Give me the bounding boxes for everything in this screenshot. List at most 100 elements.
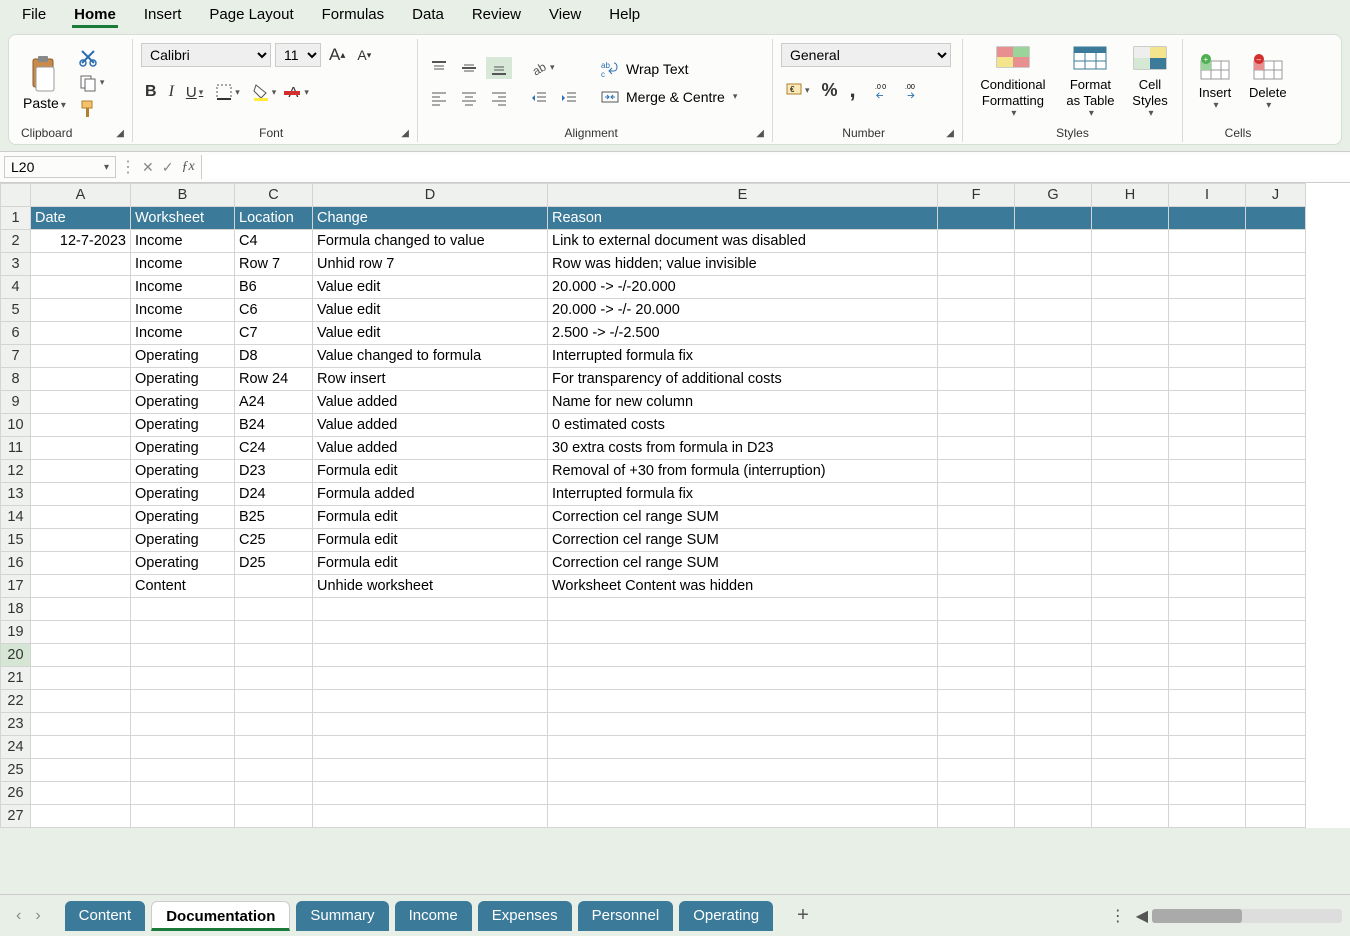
number-dialog-launcher[interactable]: ◢ xyxy=(946,128,954,139)
insert-cells-button[interactable]: +Insert xyxy=(1191,51,1239,115)
cell-styles-button[interactable]: Cell Styles xyxy=(1126,43,1174,122)
cell-H20[interactable] xyxy=(1092,644,1169,667)
cell-E3[interactable]: Row was hidden; value invisible xyxy=(548,253,938,276)
cell-J14[interactable] xyxy=(1246,506,1306,529)
cell-B2[interactable]: Income xyxy=(131,230,235,253)
cell-C21[interactable] xyxy=(235,667,313,690)
cell-H18[interactable] xyxy=(1092,598,1169,621)
cell-F10[interactable] xyxy=(938,414,1015,437)
cell-J3[interactable] xyxy=(1246,253,1306,276)
cancel-formula-icon[interactable]: ✕ xyxy=(142,159,154,176)
cell-F8[interactable] xyxy=(938,368,1015,391)
cell-C24[interactable] xyxy=(235,736,313,759)
cell-F15[interactable] xyxy=(938,529,1015,552)
cell-F18[interactable] xyxy=(938,598,1015,621)
cell-J15[interactable] xyxy=(1246,529,1306,552)
cell-A7[interactable] xyxy=(31,345,131,368)
cell-C3[interactable]: Row 7 xyxy=(235,253,313,276)
cell-B15[interactable]: Operating xyxy=(131,529,235,552)
bold-button[interactable]: B xyxy=(141,81,161,103)
cell-I25[interactable] xyxy=(1169,759,1246,782)
cell-H15[interactable] xyxy=(1092,529,1169,552)
cell-C20[interactable] xyxy=(235,644,313,667)
cell-J18[interactable] xyxy=(1246,598,1306,621)
sheet-tab-documentation[interactable]: Documentation xyxy=(151,901,290,931)
cell-E16[interactable]: Correction cel range SUM xyxy=(548,552,938,575)
cell-A25[interactable] xyxy=(31,759,131,782)
cell-F16[interactable] xyxy=(938,552,1015,575)
decrease-font-button[interactable]: A▾ xyxy=(353,45,375,65)
sheet-tab-operating[interactable]: Operating xyxy=(679,901,773,931)
cell-I6[interactable] xyxy=(1169,322,1246,345)
cell-E7[interactable]: Interrupted formula fix xyxy=(548,345,938,368)
row-header-27[interactable]: 27 xyxy=(1,805,31,828)
cell-J25[interactable] xyxy=(1246,759,1306,782)
cell-C1[interactable]: Location xyxy=(235,207,313,230)
cell-J13[interactable] xyxy=(1246,483,1306,506)
cell-F4[interactable] xyxy=(938,276,1015,299)
column-header-D[interactable]: D xyxy=(313,184,548,207)
row-header-20[interactable]: 20 xyxy=(1,644,31,667)
tab-nav-prev[interactable]: ‹ xyxy=(16,907,21,925)
cell-D5[interactable]: Value edit xyxy=(313,299,548,322)
format-painter-button[interactable] xyxy=(78,99,105,119)
menu-view[interactable]: View xyxy=(547,4,583,28)
row-header-5[interactable]: 5 xyxy=(1,299,31,322)
cell-A24[interactable] xyxy=(31,736,131,759)
cell-E24[interactable] xyxy=(548,736,938,759)
tab-options-button[interactable]: ⋮ xyxy=(1110,906,1126,926)
cell-F1[interactable] xyxy=(938,207,1015,230)
cell-G4[interactable] xyxy=(1015,276,1092,299)
cell-C7[interactable]: D8 xyxy=(235,345,313,368)
sheet-tab-content[interactable]: Content xyxy=(65,901,146,931)
column-header-B[interactable]: B xyxy=(131,184,235,207)
cell-D25[interactable] xyxy=(313,759,548,782)
cell-J11[interactable] xyxy=(1246,437,1306,460)
cell-A16[interactable] xyxy=(31,552,131,575)
cell-F25[interactable] xyxy=(938,759,1015,782)
cell-G13[interactable] xyxy=(1015,483,1092,506)
cell-A14[interactable] xyxy=(31,506,131,529)
row-header-6[interactable]: 6 xyxy=(1,322,31,345)
cell-G5[interactable] xyxy=(1015,299,1092,322)
cell-I20[interactable] xyxy=(1169,644,1246,667)
cell-B16[interactable]: Operating xyxy=(131,552,235,575)
cell-G17[interactable] xyxy=(1015,575,1092,598)
cell-G21[interactable] xyxy=(1015,667,1092,690)
cell-I9[interactable] xyxy=(1169,391,1246,414)
cell-I8[interactable] xyxy=(1169,368,1246,391)
cell-H9[interactable] xyxy=(1092,391,1169,414)
cell-I22[interactable] xyxy=(1169,690,1246,713)
cell-A3[interactable] xyxy=(31,253,131,276)
cell-D8[interactable]: Row insert xyxy=(313,368,548,391)
name-box[interactable]: L20▾ xyxy=(4,156,116,178)
cell-A20[interactable] xyxy=(31,644,131,667)
column-header-F[interactable]: F xyxy=(938,184,1015,207)
cell-D10[interactable]: Value added xyxy=(313,414,548,437)
font-size-select[interactable]: 11 xyxy=(275,43,321,67)
cell-J16[interactable] xyxy=(1246,552,1306,575)
cell-C25[interactable] xyxy=(235,759,313,782)
cell-E22[interactable] xyxy=(548,690,938,713)
cell-B21[interactable] xyxy=(131,667,235,690)
row-header-19[interactable]: 19 xyxy=(1,621,31,644)
cell-J4[interactable] xyxy=(1246,276,1306,299)
cell-B25[interactable] xyxy=(131,759,235,782)
column-header-H[interactable]: H xyxy=(1092,184,1169,207)
cell-A5[interactable] xyxy=(31,299,131,322)
cell-J21[interactable] xyxy=(1246,667,1306,690)
select-all-corner[interactable] xyxy=(1,184,31,207)
cell-E15[interactable]: Correction cel range SUM xyxy=(548,529,938,552)
cell-H22[interactable] xyxy=(1092,690,1169,713)
add-sheet-button[interactable]: + xyxy=(797,904,809,927)
cell-F6[interactable] xyxy=(938,322,1015,345)
row-header-23[interactable]: 23 xyxy=(1,713,31,736)
cell-H13[interactable] xyxy=(1092,483,1169,506)
menu-help[interactable]: Help xyxy=(607,4,642,28)
cell-H3[interactable] xyxy=(1092,253,1169,276)
cell-F19[interactable] xyxy=(938,621,1015,644)
row-header-25[interactable]: 25 xyxy=(1,759,31,782)
cell-B14[interactable]: Operating xyxy=(131,506,235,529)
cell-D23[interactable] xyxy=(313,713,548,736)
cell-E9[interactable]: Name for new column xyxy=(548,391,938,414)
